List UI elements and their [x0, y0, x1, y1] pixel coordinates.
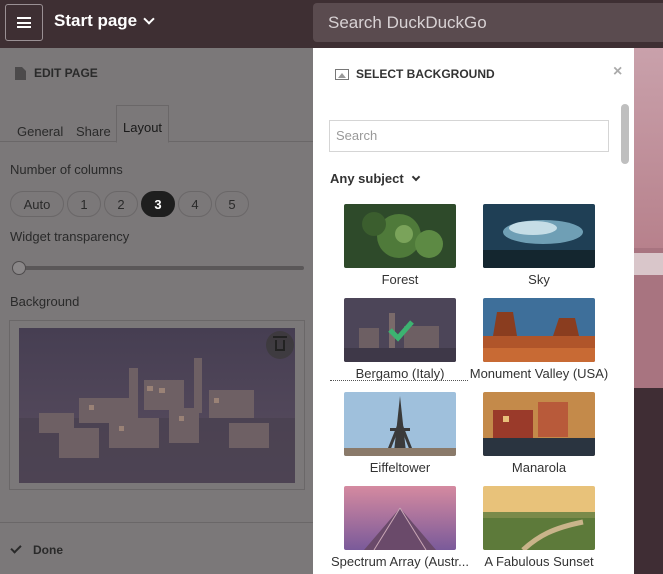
tab-general[interactable]: General [17, 124, 63, 139]
done-button[interactable]: Done [33, 543, 63, 557]
background-caption: A Fabulous Sunset [484, 554, 594, 569]
edit-page-panel: EDIT PAGE General Share Layout Number of… [0, 48, 313, 574]
done-bar[interactable]: Done [0, 522, 313, 574]
edit-page-header: EDIT PAGE [15, 66, 98, 80]
column-option-auto[interactable]: Auto [10, 191, 64, 217]
select-background-panel: SELECT BACKGROUND × Search Any subject F… [313, 48, 634, 574]
tab-share[interactable]: Share [76, 124, 111, 139]
top-bar: Start page Search DuckDuckGo [0, 0, 663, 48]
column-option-5[interactable]: 5 [215, 191, 249, 217]
background-caption: Sky [528, 272, 550, 287]
column-option-4[interactable]: 4 [178, 191, 212, 217]
background-thumb-spectrum-array[interactable] [344, 486, 456, 550]
delete-background-button[interactable] [266, 331, 294, 359]
close-button[interactable]: × [613, 63, 622, 81]
page-title: Start page [54, 11, 138, 30]
document-icon [15, 66, 26, 80]
edit-page-tabs: General Share Layout [0, 104, 313, 143]
transparency-slider-thumb[interactable] [12, 261, 26, 275]
background-search-input[interactable]: Search [329, 120, 609, 152]
background-thumb-eiffeltower[interactable] [344, 392, 456, 456]
page-switcher[interactable]: Start page [54, 11, 155, 31]
background-caption: Eiffeltower [369, 460, 431, 475]
background-caption: Spectrum Array (Austr... [331, 554, 469, 569]
subject-dropdown[interactable]: Any subject [330, 171, 420, 186]
transparency-label: Widget transparency [10, 229, 130, 244]
column-option-1[interactable]: 1 [67, 191, 101, 217]
background-caption: Monument Valley (USA) [469, 366, 609, 381]
select-background-header: SELECT BACKGROUND [335, 67, 495, 81]
scrollbar[interactable] [621, 104, 629, 164]
tab-layout[interactable]: Layout [116, 105, 170, 143]
trash-icon [273, 335, 287, 351]
column-option-2[interactable]: 2 [104, 191, 138, 217]
background-thumb-fabulous-sunset[interactable] [483, 486, 595, 550]
background-thumb-forest[interactable] [344, 204, 456, 268]
background-caption: Manarola [511, 460, 567, 475]
selected-underline [330, 380, 468, 381]
background-caption: Forest [381, 272, 419, 287]
image-icon [335, 68, 349, 80]
background-page-strip [634, 48, 663, 574]
transparency-slider-track[interactable] [14, 266, 304, 270]
background-caption-selected: Bergamo (Italy) [355, 366, 445, 381]
background-preview-image [19, 328, 295, 483]
hamburger-icon [17, 17, 31, 28]
search-input[interactable]: Search DuckDuckGo [313, 3, 663, 42]
columns-label: Number of columns [10, 162, 123, 177]
checkmark-icon [10, 542, 22, 554]
background-label: Background [10, 294, 80, 309]
background-thumb-manarola[interactable] [483, 392, 595, 456]
column-option-3[interactable]: 3 [141, 191, 175, 217]
chevron-down-icon [143, 12, 155, 25]
background-thumb-monument-valley[interactable] [483, 298, 595, 362]
menu-button[interactable] [5, 4, 43, 41]
background-thumb-bergamo[interactable] [344, 298, 456, 362]
chevron-down-icon [411, 172, 420, 181]
background-thumb-sky[interactable] [483, 204, 595, 268]
